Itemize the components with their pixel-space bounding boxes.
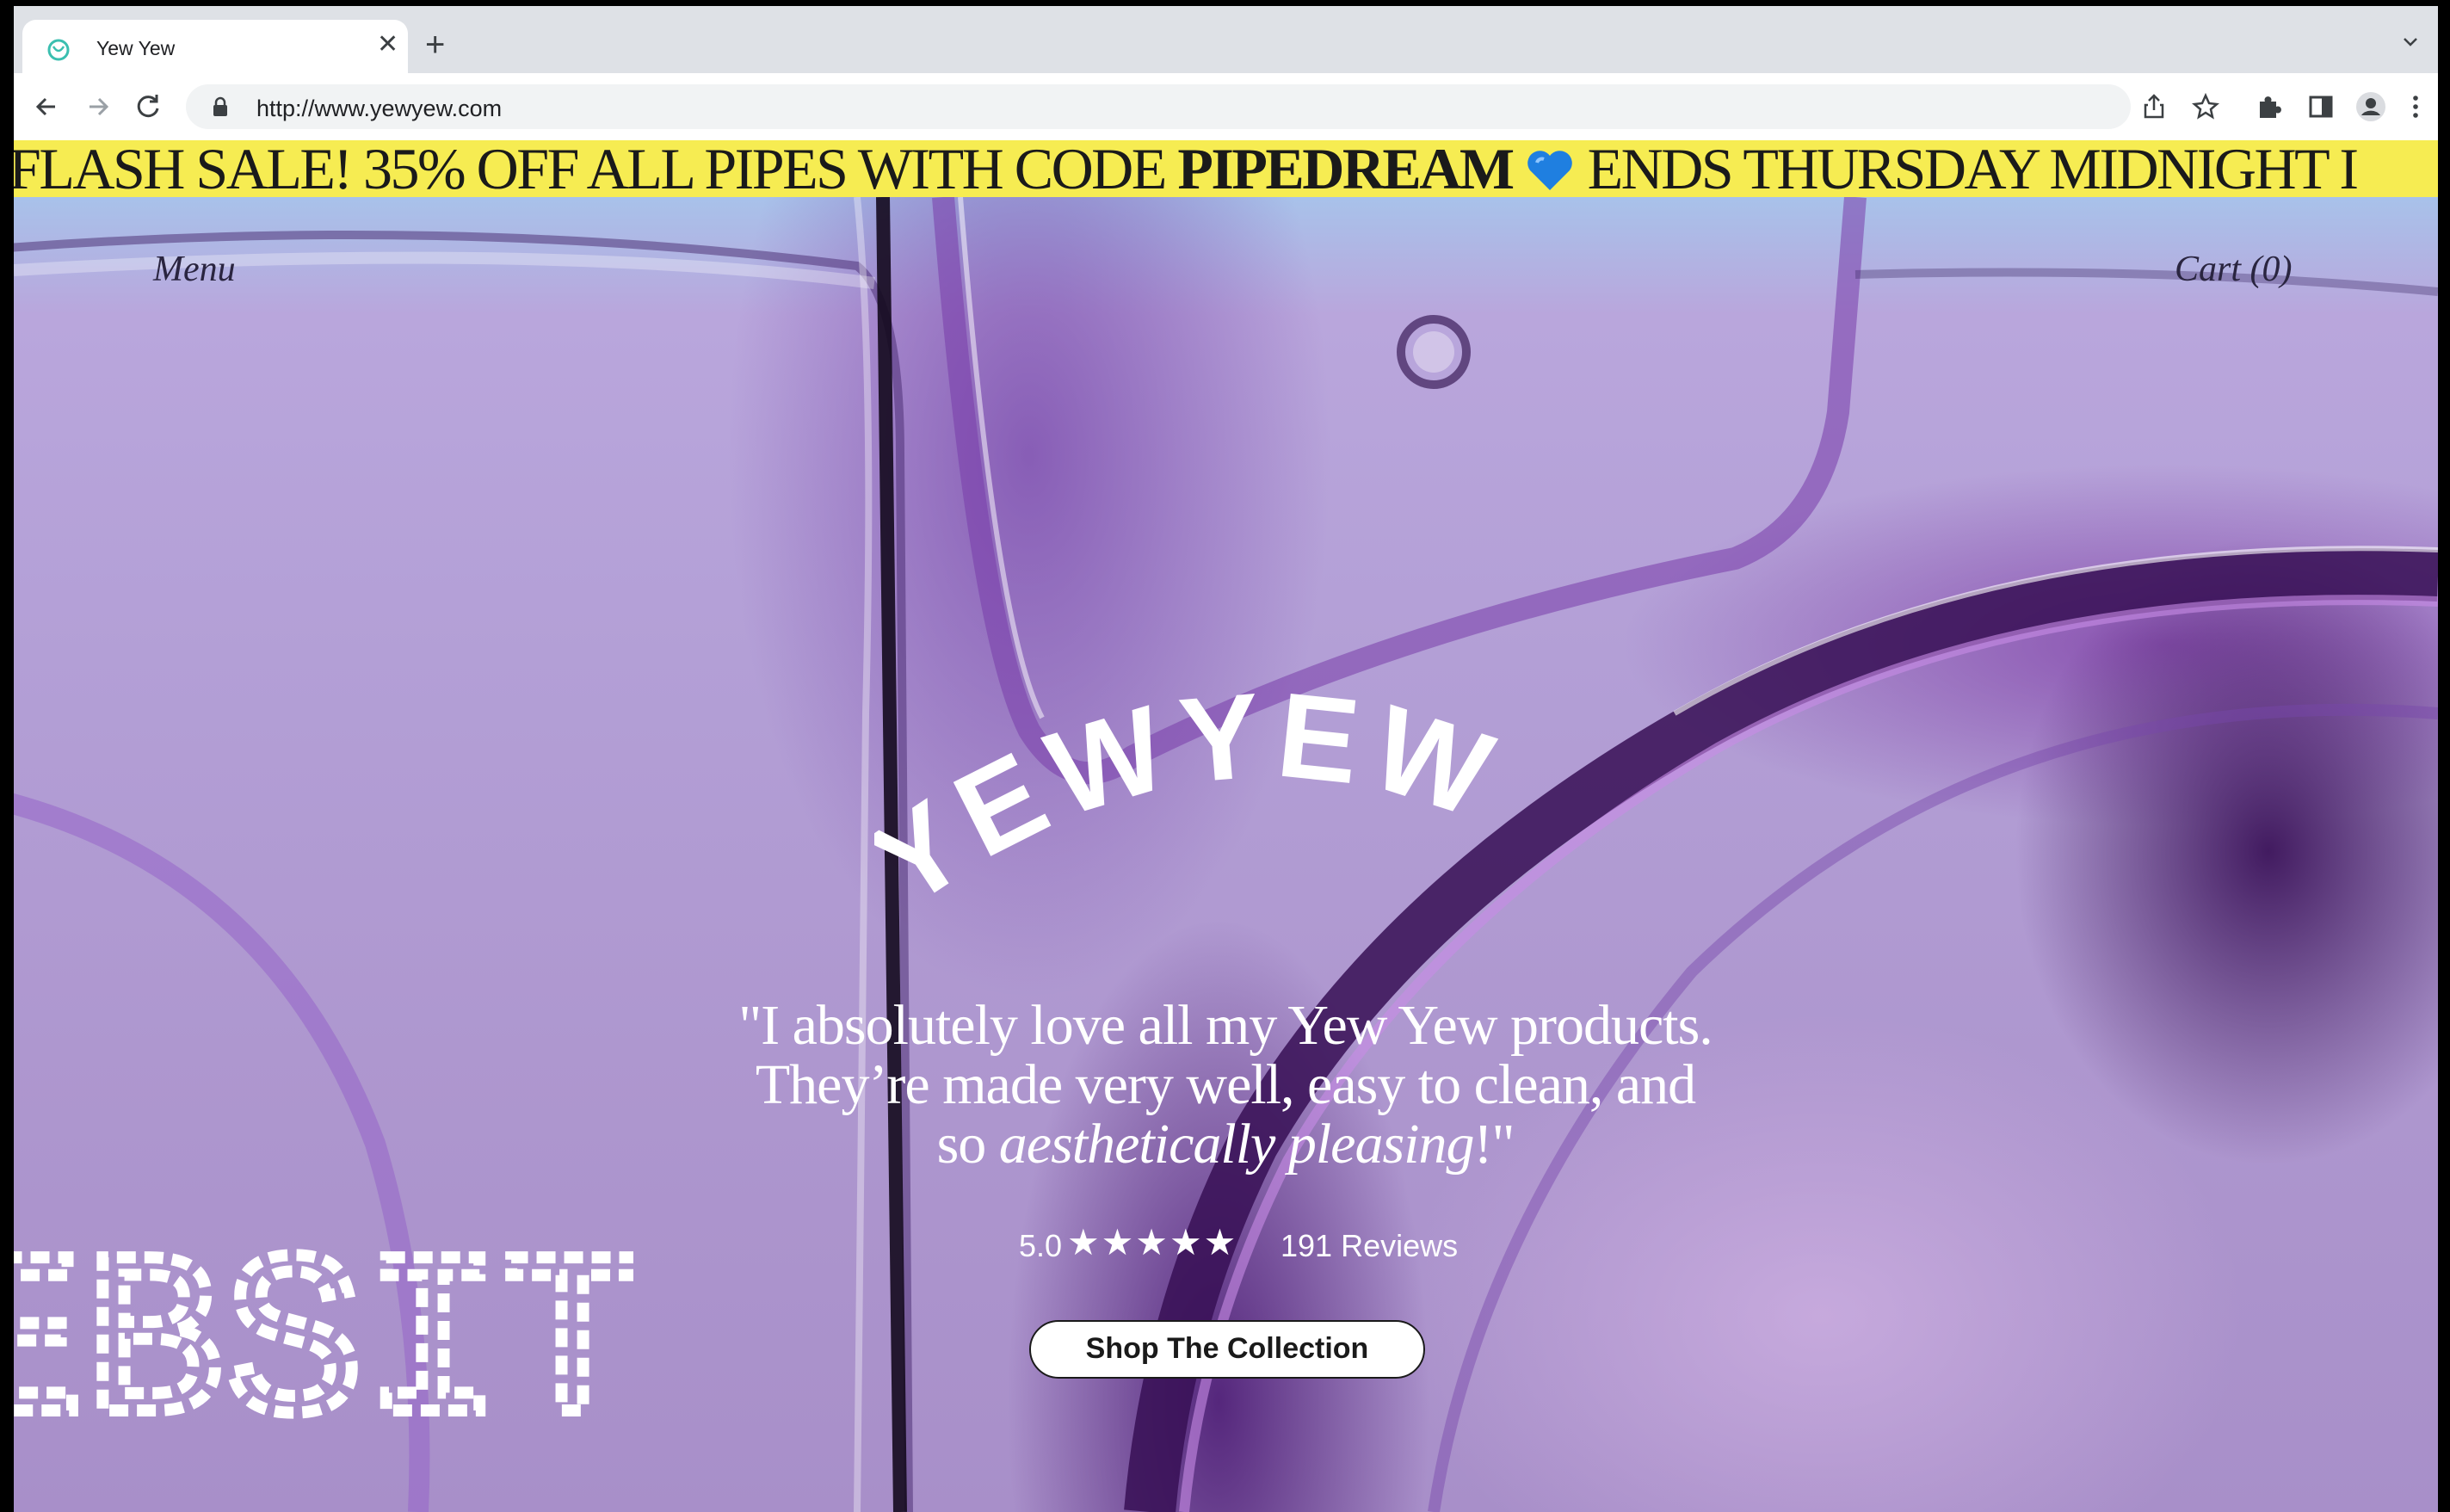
- back-arrow-icon[interactable]: [29, 89, 64, 124]
- quote-line-1: "I absolutely love all my Yew Yew produc…: [738, 994, 1713, 1057]
- blue-heart-icon: [1527, 151, 1572, 190]
- side-panel-icon[interactable]: [2304, 89, 2338, 124]
- rating-score: 5.0: [1019, 1228, 1063, 1263]
- rating-stars-icon: ★★★★★: [1067, 1222, 1238, 1262]
- yewyew-logo-text: YEWYEW: [874, 666, 1506, 932]
- menu-link[interactable]: Menu: [153, 249, 236, 290]
- promo-text-end: ENDS THURSDAY MIDNIGHT I: [1575, 140, 2359, 197]
- profile-avatar-icon[interactable]: [2354, 89, 2388, 124]
- testimonial-quote: "I absolutely love all my Yew Yew produc…: [668, 996, 1783, 1174]
- promo-text-start: FLASH SALE! 35% OFF ALL PIPES WITH CODE: [14, 140, 1178, 197]
- browser-toolbar: http://www.yewyew.com: [14, 73, 2438, 140]
- lock-icon: [213, 96, 227, 116]
- quote-line-2: They’re made very well, easy to clean, a…: [755, 1053, 1696, 1116]
- promo-banner[interactable]: FLASH SALE! 35% OFF ALL PIPES WITH CODE …: [14, 140, 2438, 197]
- more-menu-icon[interactable]: [2398, 89, 2433, 124]
- browser-window: Yew Yew ✕ + http://www.yewyew.com FLASH …: [14, 6, 2438, 1512]
- quote-line-3-start: so: [936, 1113, 999, 1176]
- new-tab-icon[interactable]: +: [425, 28, 445, 62]
- quote-emphasis: aesthetically pleasing: [998, 1113, 1475, 1176]
- url-text: http://www.yewyew.com: [256, 96, 503, 121]
- share-icon[interactable]: [2137, 89, 2171, 124]
- bookmark-star-icon[interactable]: [2188, 89, 2223, 124]
- promo-banner-text: FLASH SALE! 35% OFF ALL PIPES WITH CODE …: [14, 140, 2359, 197]
- yewyew-logo: YEWYEW: [874, 666, 1516, 932]
- tab-search-chevron-icon[interactable]: [2400, 32, 2421, 52]
- close-tab-icon[interactable]: ✕: [377, 32, 398, 58]
- tab-title: Yew Yew: [96, 37, 176, 59]
- cart-link[interactable]: Cart (0): [2175, 249, 2293, 290]
- shop-the-collection-button[interactable]: Shop The Collection: [1029, 1320, 1425, 1379]
- pixel-text: EBSITE: [14, 1238, 633, 1481]
- tab-strip: Yew Yew ✕ +: [14, 6, 2438, 73]
- quote-line-3-end: !": [1473, 1113, 1515, 1176]
- browser-tab[interactable]: Yew Yew ✕: [22, 20, 408, 73]
- hero-section: Menu Cart (0) YEWYEW "I absolutely love …: [14, 197, 2438, 1512]
- svg-text:YEWYEW: YEWYEW: [874, 666, 1516, 932]
- quote-line-3: so aesthetically pleasing!": [668, 1114, 1783, 1174]
- yewyew-favicon-icon: [47, 39, 70, 61]
- promo-code: PIPEDREAM: [1177, 140, 1515, 197]
- forward-arrow-icon[interactable]: [81, 89, 115, 124]
- reviews-count-link[interactable]: 191 Reviews: [1281, 1228, 1458, 1264]
- scrolling-pixel-text: EBSITE: [14, 1238, 633, 1487]
- reload-icon[interactable]: [131, 89, 165, 124]
- extensions-puzzle-icon[interactable]: [2252, 89, 2286, 124]
- address-bar[interactable]: http://www.yewyew.com: [186, 84, 2131, 129]
